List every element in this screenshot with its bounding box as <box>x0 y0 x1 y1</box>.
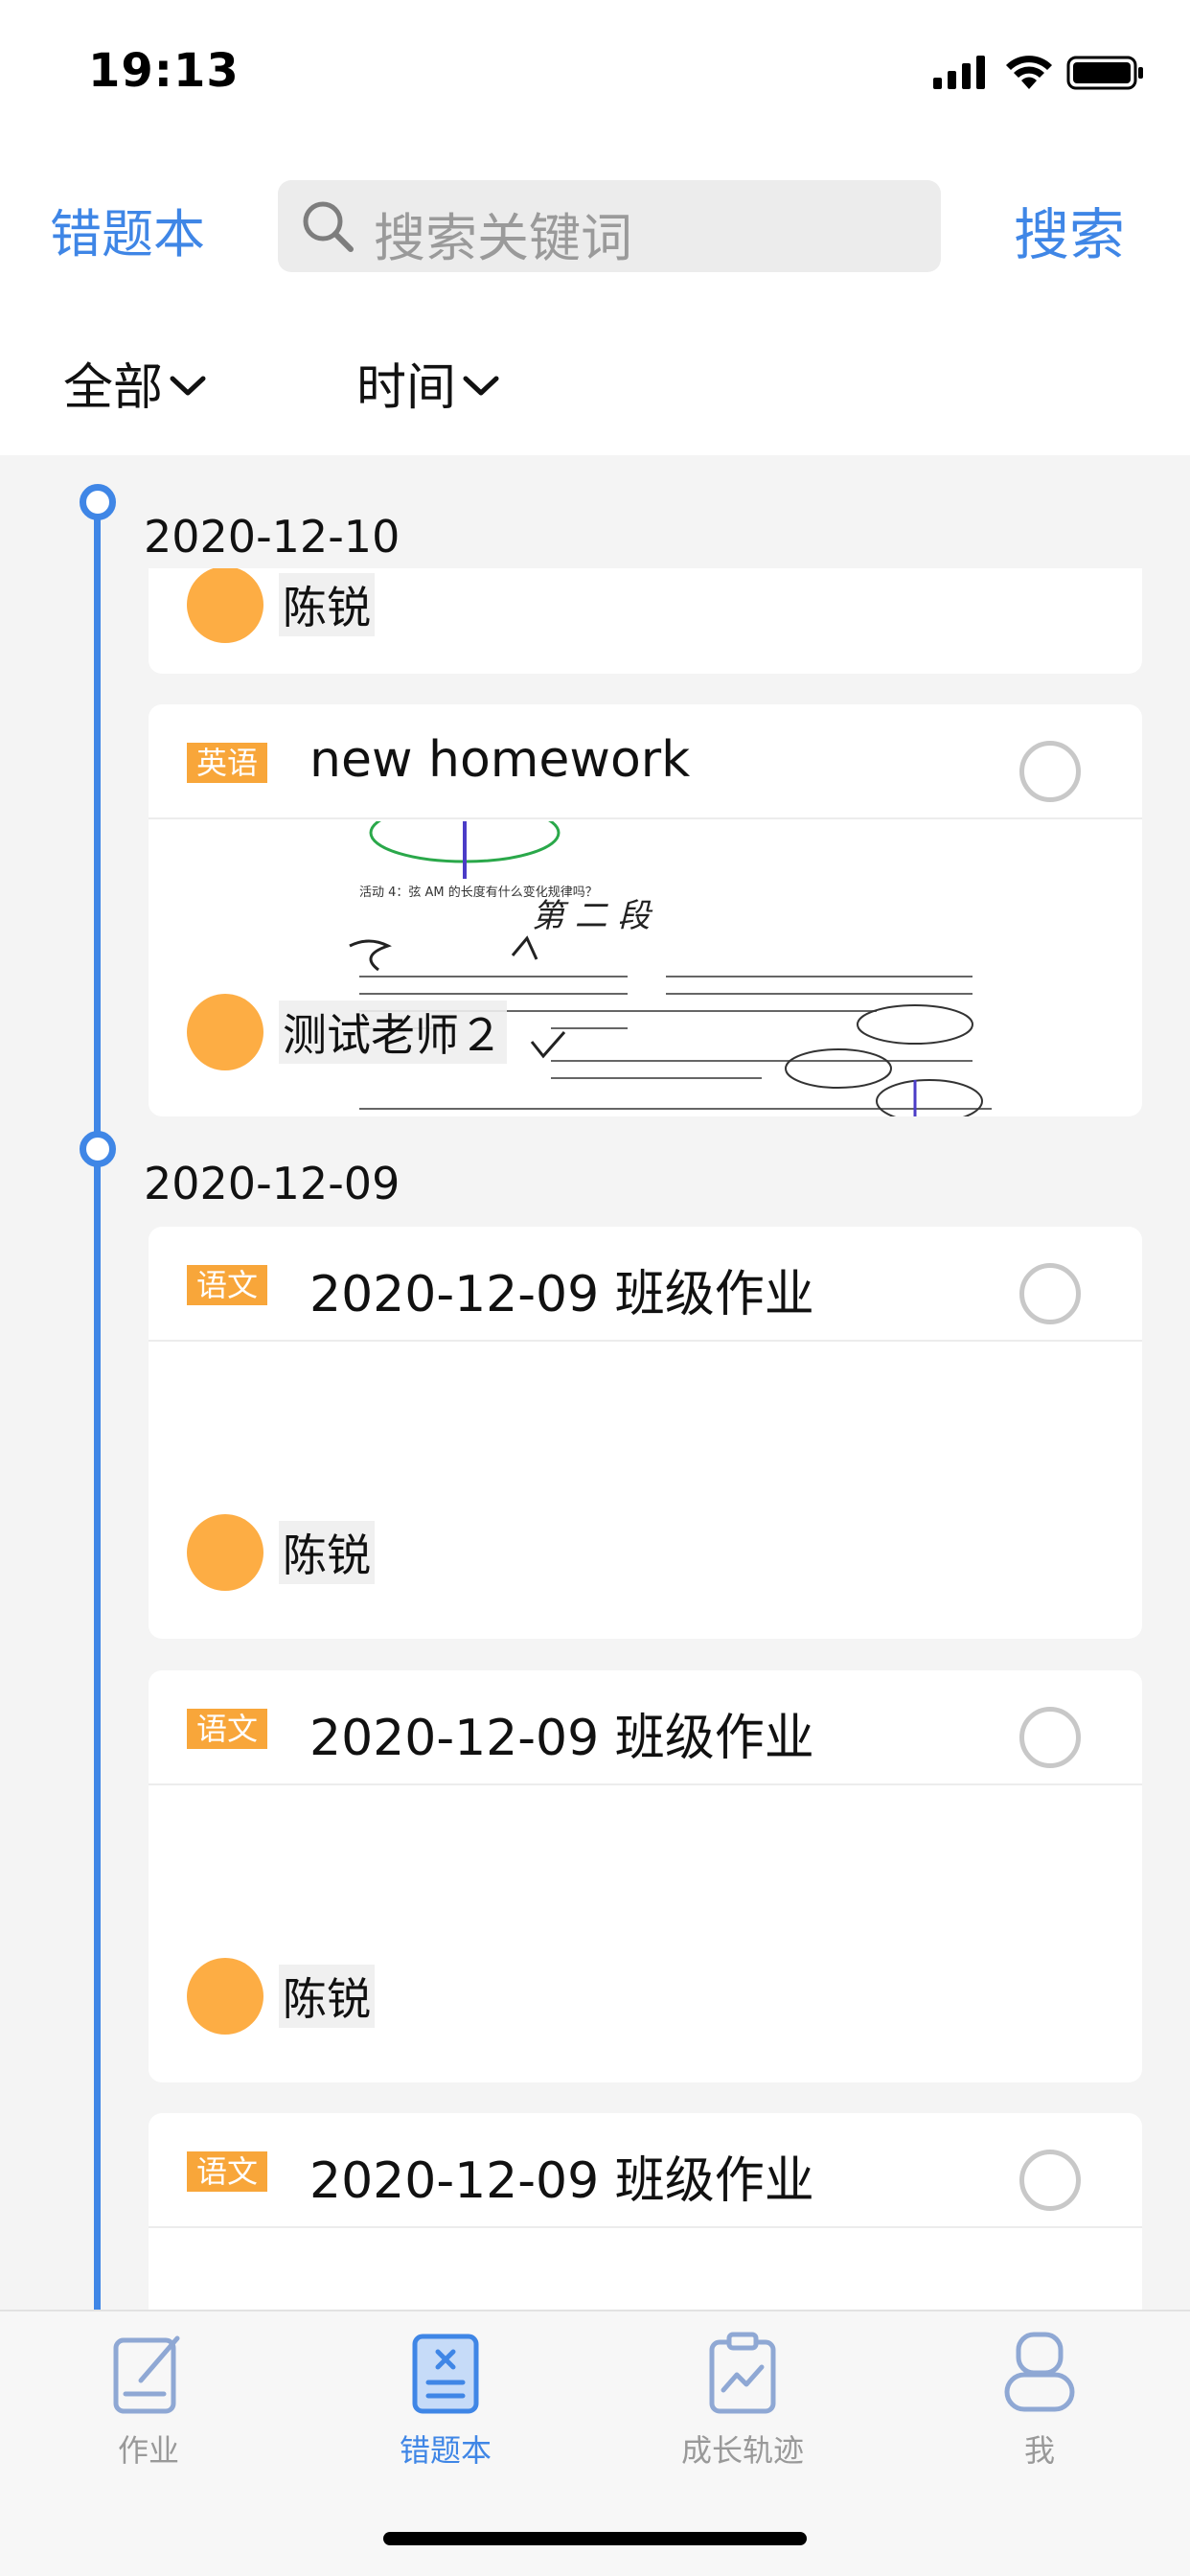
filter-time-dropdown[interactable]: 时间 <box>356 347 500 419</box>
mistake-feed[interactable]: 2020-12-10 陈锐 英语 new homework 活动 4：弦 AM … <box>0 455 1190 2310</box>
card-header: 语文 2020-12-09 班级作业 <box>149 2113 1142 2228</box>
author-name: 测试老师２ <box>279 1000 507 1064</box>
chevron-down-icon <box>170 376 206 395</box>
author: 陈锐 <box>187 1514 375 1591</box>
card-header: 语文 2020-12-09 班级作业 <box>149 1227 1142 1342</box>
cellular-signal-icon <box>933 56 985 89</box>
tab-growth[interactable]: 成长轨迹 <box>628 2331 858 2471</box>
filter-time-label: 时间 <box>356 359 457 417</box>
mistake-card[interactable]: 语文 2020-12-09 班级作业 陈锐 <box>149 1227 1142 1639</box>
date-label: 2020-12-10 <box>144 511 400 563</box>
mistake-card[interactable]: 陈锐 <box>149 568 1142 674</box>
tab-mistake-book[interactable]: 错题本 <box>331 2331 561 2471</box>
page-title: 错题本 <box>50 204 205 264</box>
card-title: 2020-12-09 班级作业 <box>309 2152 814 2210</box>
select-radio[interactable] <box>1019 2150 1081 2211</box>
timeline-dot <box>80 1131 116 1167</box>
date-label: 2020-12-09 <box>144 1158 400 1209</box>
mistake-card[interactable]: 语文 2020-12-09 班级作业 陈锐 <box>149 1670 1142 2082</box>
avatar <box>187 994 263 1070</box>
growth-chart-icon <box>709 2332 776 2414</box>
battery-icon <box>1066 56 1143 90</box>
avatar <box>187 1514 263 1591</box>
search-icon <box>303 201 354 252</box>
search-button[interactable]: 搜索 <box>1014 190 1125 270</box>
filter-all-label: 全部 <box>63 359 164 417</box>
avatar <box>187 1958 263 2035</box>
author-name: 陈锐 <box>279 1521 375 1584</box>
tab-label: 作业 <box>117 2432 179 2469</box>
profile-icon <box>1004 2332 1075 2412</box>
tab-profile[interactable]: 我 <box>925 2331 1155 2471</box>
status-icons <box>933 53 1144 91</box>
tab-homework[interactable]: 作业 <box>34 2331 263 2471</box>
mistake-book-icon <box>412 2334 479 2414</box>
search-placeholder: 搜索关键词 <box>374 208 632 268</box>
author: 测试老师２ <box>187 994 507 1070</box>
homework-photo: 活动 4：弦 AM 的长度有什么变化规律吗？ 第 二 段 <box>349 821 992 1116</box>
author: 陈锐 <box>187 1958 375 2035</box>
avatar <box>187 568 263 643</box>
tab-label: 错题本 <box>399 2432 492 2469</box>
author-name: 陈锐 <box>279 573 375 636</box>
status-bar: 19:13 <box>0 0 1190 144</box>
subject-tag: 语文 <box>187 2151 268 2192</box>
select-radio[interactable] <box>1019 741 1081 802</box>
status-time: 19:13 <box>88 44 240 98</box>
card-title: 2020-12-09 班级作业 <box>309 1266 814 1323</box>
select-radio[interactable] <box>1019 1263 1081 1324</box>
author: 陈锐 <box>187 568 375 643</box>
homework-icon <box>113 2335 180 2414</box>
home-indicator <box>383 2532 807 2545</box>
search-input[interactable]: 搜索关键词 <box>278 180 941 272</box>
card-header: 语文 2020-12-09 班级作业 <box>149 1670 1142 1785</box>
card-image-area: 活动 4：弦 AM 的长度有什么变化规律吗？ 第 二 段 <box>149 821 1142 1116</box>
select-radio[interactable] <box>1019 1707 1081 1768</box>
svg-text:第 二 段: 第 二 段 <box>532 897 653 935</box>
subject-tag: 英语 <box>187 743 268 783</box>
mistake-card[interactable]: 语文 2020-12-09 班级作业 <box>149 2113 1142 2310</box>
tab-label: 成长轨迹 <box>680 2432 804 2469</box>
card-title: 2020-12-09 班级作业 <box>309 1710 814 1767</box>
author-name: 陈锐 <box>279 1965 375 2028</box>
subject-tag: 语文 <box>187 1709 268 1749</box>
card-header: 英语 new homework <box>149 704 1142 819</box>
mistake-card[interactable]: 英语 new homework 活动 4：弦 AM 的长度有什么变化规律吗？ 第… <box>149 704 1142 1116</box>
subject-tag: 语文 <box>187 1265 268 1305</box>
timeline-dot <box>80 484 116 520</box>
wifi-icon <box>1006 56 1052 89</box>
timeline-line <box>94 495 101 2310</box>
tab-label: 我 <box>1023 2432 1055 2469</box>
card-title: new homework <box>309 731 691 789</box>
filter-all-dropdown[interactable]: 全部 <box>63 347 207 419</box>
chevron-down-icon <box>463 376 499 395</box>
